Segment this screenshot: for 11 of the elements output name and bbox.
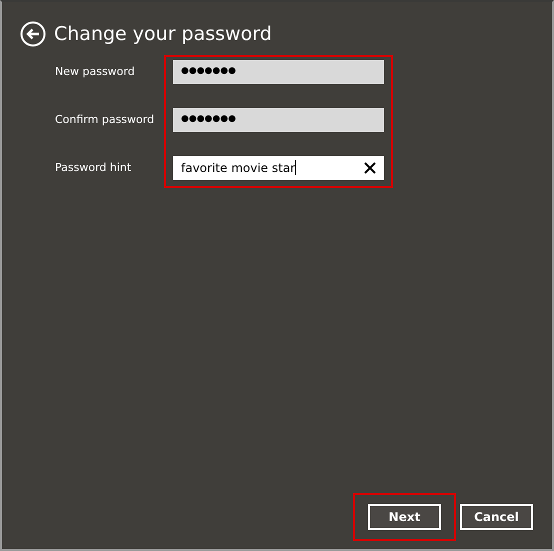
back-icon[interactable]: [20, 21, 46, 48]
field-label: Password hint: [55, 160, 132, 176]
password-field[interactable]: ●●●●●●●: [173, 60, 384, 84]
cancel-button[interactable]: Cancel: [460, 504, 533, 530]
hint-field[interactable]: favorite movie star: [173, 156, 384, 180]
clear-icon[interactable]: [364, 162, 376, 174]
next-button[interactable]: Next: [368, 504, 441, 530]
page-title: Change your password: [54, 22, 272, 47]
password-field[interactable]: ●●●●●●●: [173, 108, 384, 132]
field-label: New password: [55, 64, 135, 80]
field-label: Confirm password: [55, 112, 154, 128]
